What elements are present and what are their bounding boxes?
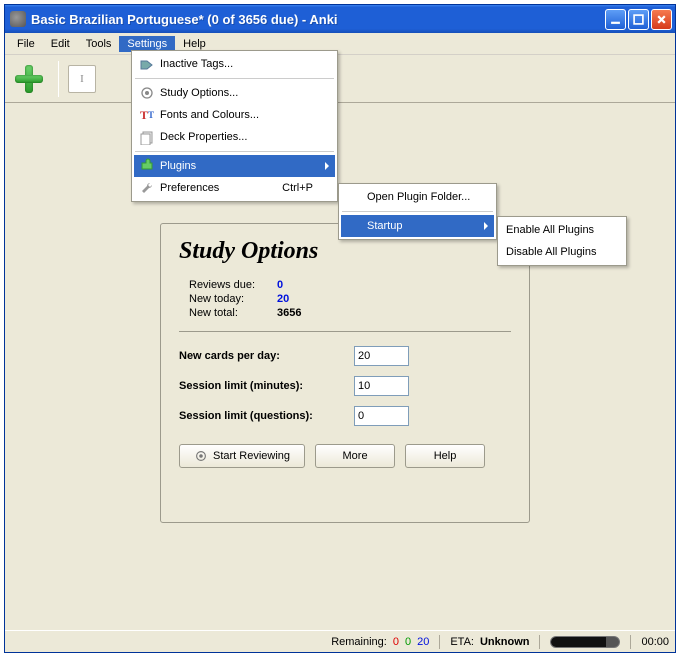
status-sep bbox=[439, 635, 440, 649]
eta-label: ETA: bbox=[450, 636, 474, 648]
maximize-button[interactable] bbox=[628, 9, 649, 30]
new-total-label: New total: bbox=[189, 307, 277, 319]
more-button[interactable]: More bbox=[315, 444, 395, 468]
minimize-button[interactable] bbox=[605, 9, 626, 30]
menu-open-plugin-folder-label: Open Plugin Folder... bbox=[367, 191, 470, 203]
new-total-value: 3656 bbox=[277, 307, 301, 319]
menu-plugins-label: Plugins bbox=[160, 160, 196, 172]
help-button[interactable]: Help bbox=[405, 444, 485, 468]
statusbar: Remaining: 0 0 20 ETA: Unknown 00:00 bbox=[5, 630, 675, 652]
app-window: Basic Brazilian Portuguese* (0 of 3656 d… bbox=[4, 4, 676, 653]
help-label: Help bbox=[434, 450, 457, 462]
status-sep3 bbox=[630, 635, 631, 649]
plus-icon bbox=[15, 65, 43, 93]
menu-startup-label: Startup bbox=[367, 220, 402, 232]
menu-inactive-tags[interactable]: Inactive Tags... bbox=[134, 53, 335, 75]
start-reviewing-label: Start Reviewing bbox=[213, 450, 290, 462]
menu-plugins[interactable]: Plugins bbox=[134, 155, 335, 177]
menu-tools[interactable]: Tools bbox=[78, 36, 120, 52]
study-options-panel: Study Options Reviews due: 0 New today: … bbox=[160, 223, 530, 523]
menu-separator bbox=[135, 151, 334, 152]
session-min-label: Session limit (minutes): bbox=[179, 380, 354, 392]
menu-deck-properties[interactable]: Deck Properties... bbox=[134, 126, 335, 148]
tag-icon bbox=[139, 56, 155, 72]
reviews-due-value: 0 bbox=[277, 279, 283, 291]
text-style-indicator[interactable]: I bbox=[68, 65, 96, 93]
menu-study-options[interactable]: Study Options... bbox=[134, 82, 335, 104]
session-q-label: Session limit (questions): bbox=[179, 410, 354, 422]
menu-preferences-label: Preferences bbox=[160, 182, 219, 194]
menu-separator bbox=[342, 211, 493, 212]
menu-disable-all-plugins-label: Disable All Plugins bbox=[506, 246, 597, 258]
startup-submenu: Enable All Plugins Disable All Plugins bbox=[497, 216, 627, 266]
remaining-green: 0 bbox=[405, 636, 411, 648]
panel-heading: Study Options bbox=[179, 238, 511, 265]
menu-deck-properties-label: Deck Properties... bbox=[160, 131, 247, 143]
menu-open-plugin-folder[interactable]: Open Plugin Folder... bbox=[341, 186, 494, 208]
window-title: Basic Brazilian Portuguese* (0 of 3656 d… bbox=[31, 12, 605, 27]
menu-disable-all-plugins[interactable]: Disable All Plugins bbox=[500, 241, 624, 263]
fonts-icon: TT bbox=[139, 107, 155, 123]
remaining-label: Remaining: bbox=[331, 636, 387, 648]
menu-preferences-shortcut: Ctrl+P bbox=[282, 182, 313, 194]
progress-bar bbox=[550, 636, 620, 648]
menu-fonts-colours[interactable]: TT Fonts and Colours... bbox=[134, 104, 335, 126]
menu-file[interactable]: File bbox=[9, 36, 43, 52]
menu-preferences[interactable]: Preferences Ctrl+P bbox=[134, 177, 335, 199]
toolbar: I bbox=[5, 55, 675, 103]
toolbar-separator bbox=[58, 61, 59, 97]
session-q-input[interactable] bbox=[354, 406, 409, 426]
reviews-due-label: Reviews due: bbox=[189, 279, 277, 291]
status-sep2 bbox=[539, 635, 540, 649]
new-cards-label: New cards per day: bbox=[179, 350, 354, 362]
titlebar: Basic Brazilian Portuguese* (0 of 3656 d… bbox=[5, 5, 675, 33]
remaining-blue: 20 bbox=[417, 636, 429, 648]
session-min-input[interactable] bbox=[354, 376, 409, 396]
menu-enable-all-plugins-label: Enable All Plugins bbox=[506, 224, 594, 236]
more-label: More bbox=[343, 450, 368, 462]
app-icon bbox=[10, 11, 26, 27]
add-card-button[interactable] bbox=[9, 59, 49, 99]
new-cards-input[interactable] bbox=[354, 346, 409, 366]
submenu-arrow-icon bbox=[484, 222, 488, 230]
remaining-red: 0 bbox=[393, 636, 399, 648]
puzzle-icon bbox=[139, 158, 155, 174]
menu-edit[interactable]: Edit bbox=[43, 36, 78, 52]
wrench-icon bbox=[139, 180, 155, 196]
menu-study-options-label: Study Options... bbox=[160, 87, 238, 99]
deck-icon bbox=[139, 129, 155, 145]
gear-icon bbox=[139, 85, 155, 101]
menu-inactive-tags-label: Inactive Tags... bbox=[160, 58, 233, 70]
submenu-arrow-icon bbox=[325, 162, 329, 170]
close-button[interactable] bbox=[651, 9, 672, 30]
menu-startup[interactable]: Startup bbox=[341, 215, 494, 237]
menu-separator bbox=[135, 78, 334, 79]
settings-menu: Inactive Tags... Study Options... TT Fon… bbox=[131, 50, 338, 202]
panel-divider bbox=[179, 331, 511, 332]
new-today-value: 20 bbox=[277, 293, 289, 305]
eta-value: Unknown bbox=[480, 636, 530, 648]
clock: 00:00 bbox=[641, 636, 669, 648]
plugins-submenu: Open Plugin Folder... Startup bbox=[338, 183, 497, 240]
menu-enable-all-plugins[interactable]: Enable All Plugins bbox=[500, 219, 624, 241]
new-today-label: New today: bbox=[189, 293, 277, 305]
start-reviewing-button[interactable]: Start Reviewing bbox=[179, 444, 305, 468]
menubar: File Edit Tools Settings Help bbox=[5, 33, 675, 55]
gear-icon bbox=[194, 449, 208, 463]
menu-fonts-colours-label: Fonts and Colours... bbox=[160, 109, 259, 121]
